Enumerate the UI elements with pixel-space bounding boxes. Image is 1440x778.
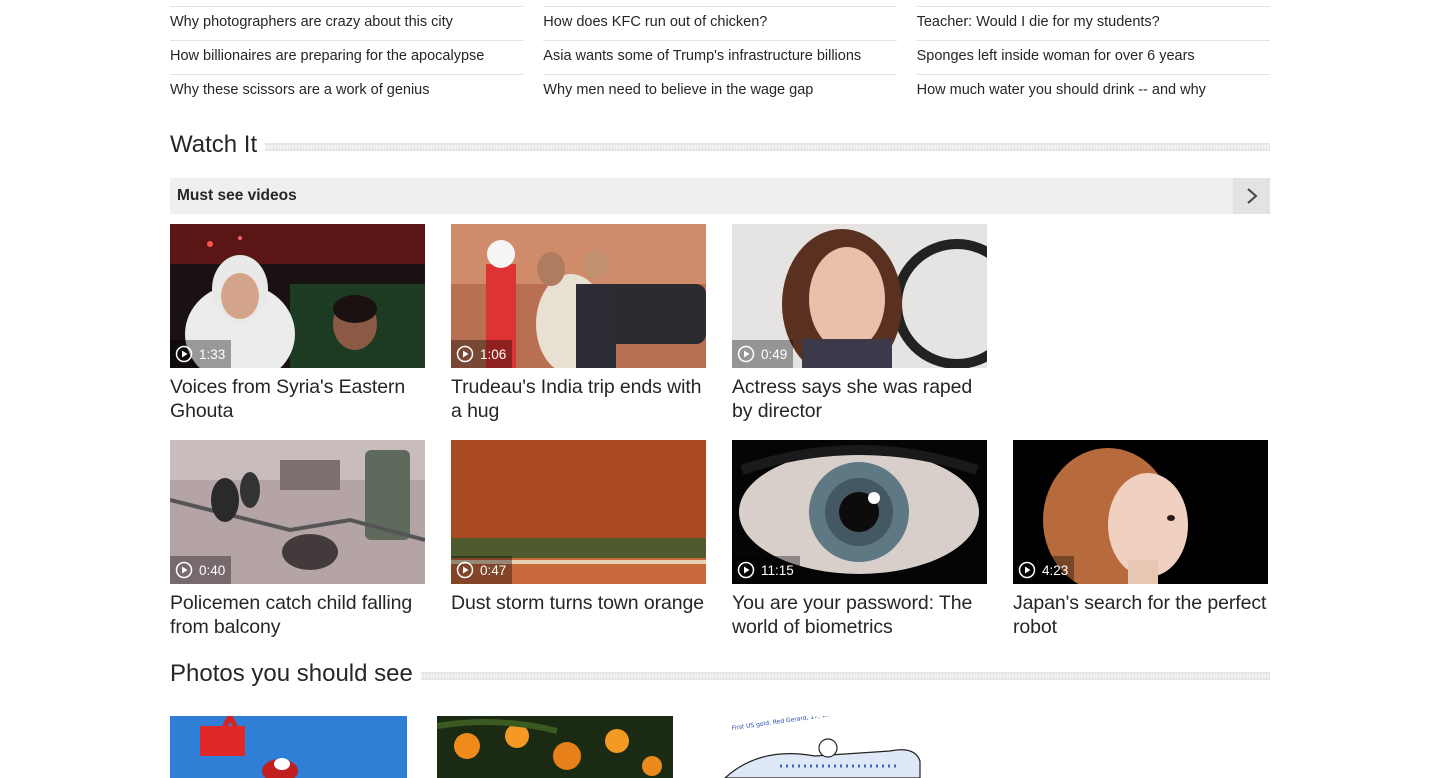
video-thumbnail[interactable]: 0:40 xyxy=(170,440,425,584)
play-icon xyxy=(175,561,193,579)
play-icon xyxy=(737,561,755,579)
video-thumbnail[interactable]: 1:33 xyxy=(170,224,425,368)
duration-label: 1:33 xyxy=(199,346,226,362)
link-item[interactable]: Why these scissors are a work of genius xyxy=(170,75,523,109)
video-duration: 1:33 xyxy=(170,340,232,368)
video-duration: 11:15 xyxy=(732,556,800,584)
video-thumbnail[interactable]: 1:06 xyxy=(451,224,706,368)
link-item[interactable]: How billionaires are preparing for the a… xyxy=(170,41,524,75)
video-title[interactable]: Dust storm turns town orange xyxy=(451,591,706,615)
play-icon xyxy=(175,345,193,363)
video-card[interactable]: 11:15 You are your password: The world o… xyxy=(732,440,987,639)
video-thumbnail[interactable]: 0:49 xyxy=(732,224,987,368)
link-column-1: Why photographers are crazy about this c… xyxy=(170,6,524,109)
must-see-videos-bar: Must see videos xyxy=(170,178,1270,214)
video-duration: 0:49 xyxy=(732,340,794,368)
play-icon xyxy=(737,345,755,363)
video-card[interactable]: 0:49 Actress says she was raped by direc… xyxy=(732,224,987,423)
duration-label: 11:15 xyxy=(761,562,794,578)
video-thumbnail[interactable]: 11:15 xyxy=(732,440,987,584)
duration-label: 0:49 xyxy=(761,346,788,362)
link-item[interactable]: Teacher: Would I die for my students? xyxy=(916,7,1270,41)
link-item[interactable]: Sponges left inside woman for over 6 yea… xyxy=(916,41,1270,75)
photo-thumbnail[interactable] xyxy=(437,716,673,778)
play-icon xyxy=(456,561,474,579)
section-rule xyxy=(265,143,1270,151)
link-column-3: Teacher: Would I die for my students? Sp… xyxy=(916,6,1270,109)
link-column-2: How does KFC run out of chicken? Asia wa… xyxy=(543,6,897,109)
chevron-right-icon[interactable] xyxy=(1233,178,1270,214)
video-title[interactable]: Actress says she was raped by director xyxy=(732,375,987,423)
video-card[interactable]: 0:47 Dust storm turns town orange xyxy=(451,440,706,615)
photo-thumbnail[interactable]: First US gold: Red Gerard, 17, wins USA'… xyxy=(720,716,930,778)
section-title: Watch It xyxy=(170,131,258,158)
video-duration: 0:40 xyxy=(170,556,232,584)
video-title[interactable]: Japan's search for the perfect robot xyxy=(1013,591,1268,639)
video-card[interactable]: 1:33 Voices from Syria's Eastern Ghouta xyxy=(170,224,425,423)
video-thumbnail[interactable]: 4:23 xyxy=(1013,440,1268,584)
video-duration: 0:47 xyxy=(451,556,513,584)
zone-title: Must see videos xyxy=(177,187,297,204)
video-title[interactable]: Policemen catch child falling from balco… xyxy=(170,591,425,639)
play-icon xyxy=(1018,561,1036,579)
video-duration: 4:23 xyxy=(1013,556,1075,584)
video-title[interactable]: Trudeau's India trip ends with a hug xyxy=(451,375,706,423)
section-title: Photos you should see xyxy=(170,660,413,687)
photos-header: Photos you should see xyxy=(170,660,1270,688)
duration-label: 0:47 xyxy=(480,562,507,578)
section-rule xyxy=(420,672,1270,680)
video-card[interactable]: 4:23 Japan's search for the perfect robo… xyxy=(1013,440,1268,639)
duration-label: 1:06 xyxy=(480,346,507,362)
play-icon xyxy=(456,345,474,363)
link-item[interactable]: How much water you should drink -- and w… xyxy=(917,75,1270,109)
video-title[interactable]: You are your password: The world of biom… xyxy=(732,591,987,639)
duration-label: 0:40 xyxy=(199,562,226,578)
link-item[interactable]: How does KFC run out of chicken? xyxy=(543,7,897,41)
photo-thumbnail[interactable] xyxy=(170,716,407,778)
video-card[interactable]: 0:40 Policemen catch child falling from … xyxy=(170,440,425,639)
video-card[interactable]: 1:06 Trudeau's India trip ends with a hu… xyxy=(451,224,706,423)
video-thumbnail[interactable]: 0:47 xyxy=(451,440,706,584)
duration-label: 4:23 xyxy=(1042,562,1069,578)
video-duration: 1:06 xyxy=(451,340,513,368)
link-item[interactable]: Why photographers are crazy about this c… xyxy=(170,7,524,41)
link-item[interactable]: Asia wants some of Trump's infrastructur… xyxy=(543,41,897,75)
watch-it-header: Watch It xyxy=(170,131,1270,159)
more-links: Why photographers are crazy about this c… xyxy=(170,0,1270,109)
link-item[interactable]: Why men need to believe in the wage gap xyxy=(543,75,896,109)
video-title[interactable]: Voices from Syria's Eastern Ghouta xyxy=(170,375,425,423)
